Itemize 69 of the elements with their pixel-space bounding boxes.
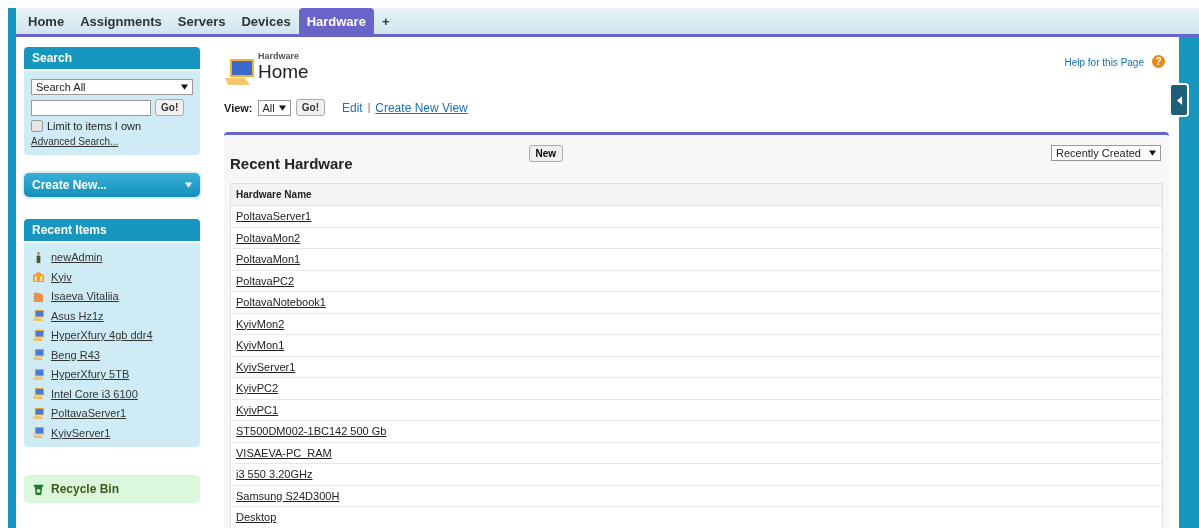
new-button[interactable]: New bbox=[528, 145, 564, 162]
view-select[interactable]: All bbox=[257, 99, 291, 116]
nav-tab[interactable]: Assignments bbox=[72, 8, 170, 34]
computer-icon bbox=[32, 387, 45, 401]
hardware-link[interactable]: PoltavaNotebook1 bbox=[236, 296, 326, 309]
sort-select[interactable]: Recently Created bbox=[1051, 145, 1161, 161]
recycle-bin-link[interactable]: Recycle Bin bbox=[51, 482, 120, 496]
advanced-search-link[interactable]: Advanced Search... bbox=[31, 136, 193, 147]
edit-link[interactable]: Edit bbox=[342, 100, 363, 115]
hardware-link[interactable]: PoltavaMon1 bbox=[236, 253, 301, 266]
collapse-arrow-icon bbox=[1175, 94, 1183, 106]
help-link[interactable]: Help for this Page bbox=[1064, 57, 1144, 68]
nav-tab[interactable]: Home bbox=[20, 8, 73, 34]
page-title: Home bbox=[258, 61, 309, 83]
recent-item-link[interactable]: HyperXfury 5TB bbox=[51, 368, 130, 381]
recent-item-link[interactable]: PoltavaServer1 bbox=[51, 407, 127, 420]
recent-item-link[interactable]: HyperXfury 4gb ddr4 bbox=[51, 329, 153, 342]
search-scope-select[interactable]: Search All bbox=[31, 79, 193, 95]
column-header: Hardware Name bbox=[231, 184, 1162, 206]
view-label: View: bbox=[224, 101, 253, 114]
caret-icon bbox=[185, 182, 192, 188]
go-button[interactable]: Go! bbox=[155, 99, 185, 116]
create-view-link[interactable]: Create New View bbox=[375, 100, 468, 115]
limit-label: Limit to items I own bbox=[47, 120, 142, 132]
go-button[interactable]: Go! bbox=[295, 99, 325, 116]
hardware-link[interactable]: VISAEVA-PC_RAM bbox=[236, 446, 332, 459]
trash-icon bbox=[32, 482, 45, 496]
hardware-link[interactable]: PoltavaPC2 bbox=[236, 274, 295, 287]
recent-items-header: Recent Items bbox=[24, 219, 200, 241]
nav-tab[interactable]: + bbox=[373, 8, 398, 34]
recent-item-link[interactable]: Kyiv bbox=[51, 270, 72, 283]
limit-checkbox[interactable] bbox=[31, 120, 43, 132]
section-title: Recent Hardware bbox=[230, 155, 353, 172]
nav-tab[interactable]: Servers bbox=[169, 8, 234, 34]
recent-item-link[interactable]: Asus Hz1z bbox=[51, 309, 104, 322]
hardware-link[interactable]: KyivMon2 bbox=[236, 317, 285, 330]
hardware-link[interactable]: KyivMon1 bbox=[236, 339, 285, 352]
hardware-link[interactable]: ST500DM002-1BC142 500 Gb bbox=[236, 425, 387, 438]
recent-item-link[interactable]: Isaeva Vitaliia bbox=[51, 290, 119, 303]
hardware-link[interactable]: Desktop bbox=[236, 511, 277, 524]
caret-icon bbox=[181, 84, 188, 90]
caret-icon bbox=[1149, 150, 1156, 156]
recent-item-link[interactable]: Beng R43 bbox=[51, 348, 100, 361]
computer-icon bbox=[32, 367, 45, 381]
computer-icon bbox=[32, 406, 45, 420]
hardware-link[interactable]: PoltavaMon2 bbox=[236, 231, 301, 244]
building-icon bbox=[32, 270, 45, 284]
hardware-link[interactable]: KyivServer1 bbox=[236, 360, 296, 373]
computer-icon bbox=[32, 348, 45, 362]
nav-tab[interactable]: Devices bbox=[233, 8, 299, 34]
collapse-handle[interactable] bbox=[1169, 83, 1189, 117]
recent-item-link[interactable]: KyivServer1 bbox=[51, 426, 111, 439]
nav-tab[interactable]: Hardware bbox=[298, 8, 374, 34]
hardware-link[interactable]: KyivPC2 bbox=[236, 382, 279, 395]
computer-icon bbox=[224, 57, 256, 87]
computer-icon bbox=[32, 328, 45, 342]
hardware-link[interactable]: Samsung S24D300H bbox=[236, 489, 340, 502]
computer-icon bbox=[32, 426, 45, 440]
search-field[interactable] bbox=[31, 99, 151, 116]
computer-icon bbox=[32, 309, 45, 323]
search-header: Search bbox=[24, 47, 200, 69]
recent-item-link[interactable]: Intel Core i3 6100 bbox=[51, 387, 138, 400]
hardware-link[interactable]: PoltavaServer1 bbox=[236, 210, 312, 223]
object-label: Hardware bbox=[258, 51, 301, 61]
hardware-link[interactable]: i3 550 3.20GHz bbox=[236, 468, 313, 481]
hardware-link[interactable]: KyivPC1 bbox=[236, 403, 279, 416]
link-separator: | bbox=[367, 102, 371, 113]
recent-item-link[interactable]: newAdmin bbox=[51, 251, 103, 264]
caret-icon bbox=[278, 104, 286, 111]
